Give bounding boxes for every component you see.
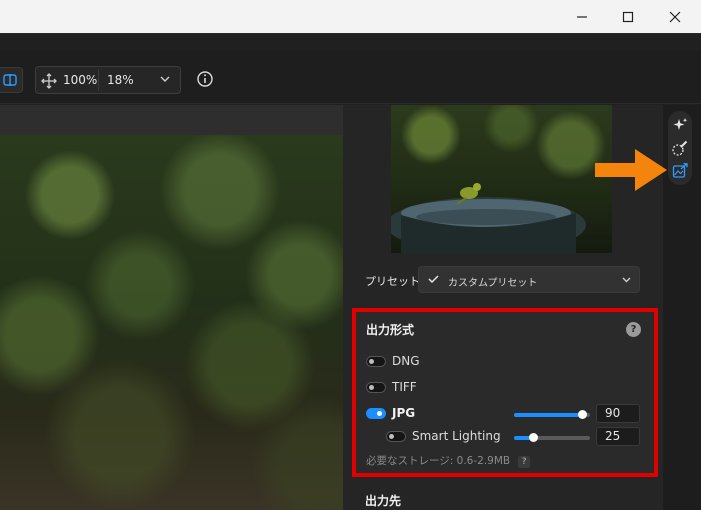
- export-image-icon: [672, 163, 688, 178]
- preset-select[interactable]: カスタムプリセット: [418, 266, 640, 293]
- toolbar: 100% 18%: [0, 51, 701, 104]
- compare-view-button[interactable]: [0, 67, 23, 93]
- title-bar: [0, 0, 701, 33]
- dng-toggle[interactable]: [366, 356, 386, 367]
- jpg-quality-slider[interactable]: [514, 410, 590, 419]
- maximize-icon: [622, 11, 634, 22]
- minimize-button[interactable]: [559, 0, 605, 33]
- tiff-label: TIFF: [392, 380, 417, 394]
- smart-lighting-slider[interactable]: [514, 433, 590, 442]
- app-window: 100% 18% プリセット カスタムプリセット 出力形式 ? DNG TIFF…: [0, 0, 701, 510]
- export-button[interactable]: [671, 162, 689, 180]
- maximize-button[interactable]: [605, 0, 651, 33]
- jpg-quality-input[interactable]: 90: [596, 404, 640, 423]
- preset-value: カスタムプリセット: [448, 278, 538, 289]
- format-row-tiff: TIFF: [366, 379, 656, 397]
- minimize-icon: [577, 15, 587, 18]
- output-format-section: 出力形式 ? DNG TIFF JPG 90 Smart Lighting 25…: [352, 308, 658, 477]
- smart-lighting-input[interactable]: 25: [596, 427, 640, 446]
- jpg-quality-fill: [514, 413, 583, 417]
- close-icon: [669, 11, 681, 22]
- sparkle-icon: [673, 118, 688, 130]
- split-view-icon: [2, 74, 17, 86]
- close-button[interactable]: [652, 0, 698, 33]
- move-arrows-icon[interactable]: [40, 72, 58, 90]
- zoom-select-value: 18%: [107, 73, 134, 87]
- smart-lighting-toggle[interactable]: [386, 431, 406, 442]
- output-format-title: 出力形式: [366, 323, 415, 337]
- storage-help-icon[interactable]: ?: [518, 456, 531, 468]
- dng-label: DNG: [392, 354, 420, 368]
- image-canvas[interactable]: [0, 105, 343, 510]
- chevron-down-icon: [622, 277, 631, 283]
- help-icon[interactable]: ?: [626, 322, 641, 337]
- preset-label: プリセット: [365, 275, 420, 288]
- ai-enhance-button[interactable]: [671, 116, 689, 134]
- storage-info: 必要なストレージ: 0.6-2.9MB?: [366, 453, 531, 468]
- format-row-dng: DNG: [366, 353, 656, 371]
- jpg-toggle[interactable]: [366, 408, 386, 419]
- pointer-arrow: [595, 149, 667, 191]
- tool-pill: [668, 111, 692, 185]
- zoom-select[interactable]: 18%: [98, 69, 179, 91]
- smart-lighting-label: Smart Lighting: [412, 429, 501, 443]
- menu-strip: [0, 33, 701, 51]
- zoom-control: 100% 18%: [35, 66, 181, 94]
- destination-title: 出力先: [365, 494, 402, 508]
- photo-preview: [0, 135, 343, 510]
- smart-lighting-handle[interactable]: [529, 433, 538, 442]
- preset-row: プリセット カスタムプリセット: [343, 265, 663, 295]
- retouch-button[interactable]: [671, 139, 689, 157]
- info-icon[interactable]: [196, 70, 214, 88]
- jpg-label: JPG: [392, 406, 416, 420]
- chevron-down-icon: [160, 76, 170, 82]
- storage-text: 必要なストレージ: 0.6-2.9MB: [366, 455, 511, 467]
- brush-icon: [672, 140, 688, 156]
- thumbnail-image: [391, 183, 586, 253]
- tiff-toggle[interactable]: [366, 382, 386, 393]
- zoom-fit-button[interactable]: 100%: [63, 73, 97, 87]
- check-icon: [428, 275, 439, 284]
- thumbnail-preview: [391, 105, 612, 253]
